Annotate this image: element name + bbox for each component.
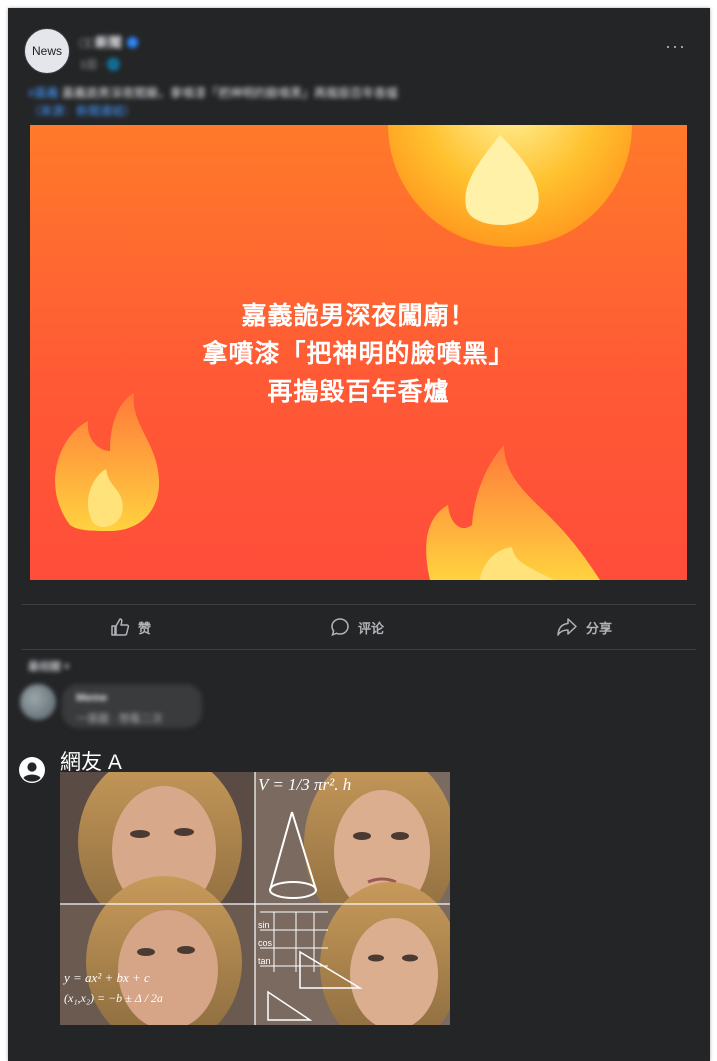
thumbs-up-icon <box>111 618 130 636</box>
page-name-text[interactable]: □□新聞 <box>80 35 122 50</box>
hero-headline: 嘉義詭男深夜闖廟！ 拿噴漆「把神明的臉噴黑」 再搗毀百年香爐 <box>30 297 687 411</box>
comment-bubble-icon <box>331 618 349 637</box>
hashtag-link[interactable]: #嘉義 <box>28 86 59 100</box>
page-avatar[interactable]: News <box>24 28 70 74</box>
post-image[interactable]: 嘉義詭男深夜闖廟！ 拿噴漆「把神明的臉噴黑」 再搗毀百年香爐 <box>30 125 687 580</box>
math-lady-meme-image[interactable]: V = 1/3 πr². h y = ax² + bx + c (x₁,x₂) … <box>60 772 450 1025</box>
blurred-commenter-avatar[interactable] <box>20 684 56 720</box>
caption-text: 嘉義詭男深夜闖廟，拿噴漆「把神明的臉噴黑」再搗毀百年香爐 <box>62 86 399 100</box>
hero-line-3: 再搗毀百年香爐 <box>267 378 450 406</box>
comment-label: 评论 <box>358 620 385 636</box>
meme-illustration: V = 1/3 πr². h y = ax² + bx + c (x₁,x₂) … <box>60 772 450 1025</box>
post-caption: #嘉義 嘉義詭男深夜闖廟，拿噴漆「把神明的臉噴黑」再搗毀百年香爐 （來源：新聞連… <box>28 84 668 120</box>
meme-formula-top: V = 1/3 πr². h <box>258 775 351 794</box>
like-label: 赞 <box>138 620 152 636</box>
more-dots-icon[interactable]: ··· <box>665 36 686 57</box>
user-avatar-icon[interactable] <box>18 756 46 784</box>
share-button[interactable]: 分享 <box>556 605 612 649</box>
meme-trig-tan: tan <box>258 956 271 966</box>
blurred-commenter-name[interactable]: Meme <box>76 692 107 704</box>
meme-formula-roots: (x₁,x₂) = −b ± Δ / 2a <box>64 991 163 1005</box>
comment-button[interactable]: 评论 <box>330 605 384 649</box>
flame-right-icon <box>426 445 600 580</box>
blurred-comment-text: 一張圖 · 想看二次 <box>76 713 163 725</box>
verified-badge-icon <box>126 37 138 48</box>
meme-trig-sin: sin <box>258 920 270 930</box>
post-card: News □□新聞 1日 · 🌐 ··· #嘉義 嘉義詭男深夜闖廟，拿噴漆「把神… <box>8 8 710 1061</box>
like-button[interactable]: 赞 <box>110 605 151 649</box>
flame-left-icon <box>55 393 160 531</box>
page-name[interactable]: □□新聞 <box>80 32 138 51</box>
share-arrow-icon <box>557 618 577 636</box>
meme-formula-bottom: y = ax² + bx + c <box>62 970 150 985</box>
comment-sort-dropdown[interactable]: 最相關 ▾ <box>28 658 70 674</box>
source-link[interactable]: （來源：新聞連結） <box>28 104 136 118</box>
post-action-bar: 赞 评论 分享 <box>22 604 696 650</box>
share-label: 分享 <box>586 620 613 636</box>
hero-line-2: 拿噴漆「把神明的臉噴黑」 <box>202 340 515 368</box>
hero-line-1: 嘉義詭男深夜闖廟！ <box>241 302 476 330</box>
post-timestamp[interactable]: 1日 · 🌐 <box>80 56 121 72</box>
avatar-label: News <box>31 44 62 58</box>
meme-trig-cos: cos <box>258 938 273 948</box>
